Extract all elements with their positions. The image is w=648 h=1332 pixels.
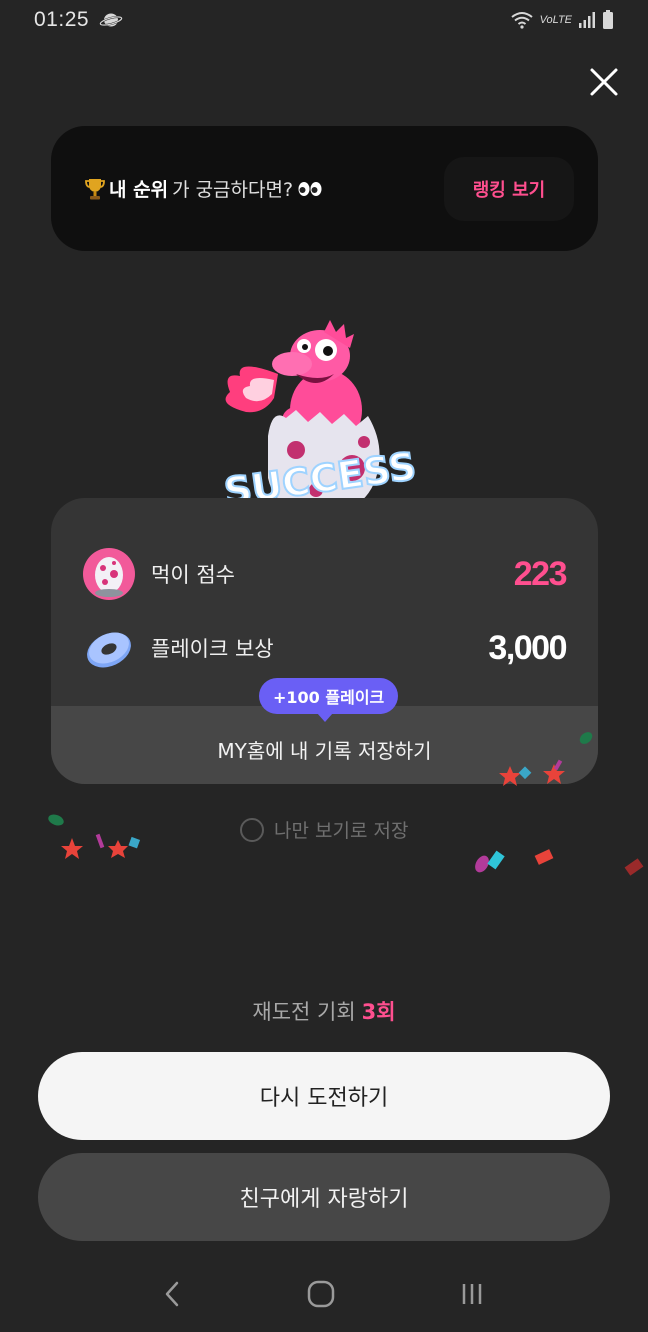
recent-apps-icon[interactable] <box>457 1279 487 1309</box>
egg-icon <box>83 548 135 600</box>
rank-prompt-emphasis: 내 순위 <box>109 179 169 201</box>
flake-reward-label: 플레이크 보상 <box>151 637 274 661</box>
eat-score-label: 먹이 점수 <box>151 563 235 587</box>
private-save-label: 나만 보기로 저장 <box>274 820 409 842</box>
rank-prompt: 내 순위 가 궁금하다면? <box>85 175 323 202</box>
flake-donut-icon <box>87 632 131 668</box>
status-right: VoLTE <box>510 10 614 30</box>
eat-score-value: 223 <box>513 554 568 593</box>
battery-icon <box>603 10 613 29</box>
close-icon <box>590 68 618 96</box>
retry-chances: 재도전 기회 3회 <box>0 996 648 1026</box>
flake-bonus-tooltip: +100 플레이크 <box>259 678 399 722</box>
view-ranking-button[interactable]: 랭킹 보기 <box>444 156 574 221</box>
retry-chances-count: 3회 <box>361 1000 396 1024</box>
retry-button[interactable]: 다시 도전하기 <box>38 1052 610 1140</box>
signal-icon <box>579 12 595 28</box>
private-save-radio[interactable] <box>240 817 264 842</box>
close-button[interactable] <box>586 64 622 100</box>
status-left: 01:25 <box>34 8 123 32</box>
system-nav-bar <box>0 1262 648 1326</box>
share-with-friends-button[interactable]: 친구에게 자랑하기 <box>38 1153 610 1241</box>
eat-score-row: 먹이 점수 223 <box>83 546 568 602</box>
status-bar: 01:25 VoLTE <box>0 0 648 40</box>
status-time: 01:25 <box>34 8 90 31</box>
trophy-icon <box>85 178 105 199</box>
score-card: 먹이 점수 223 플레이크 보상 3,000 +100 플레이크 MY홈에 내… <box>51 498 598 784</box>
wifi-icon <box>510 12 533 29</box>
rank-prompt-rest: 가 궁금하다면? <box>172 179 294 201</box>
retry-chances-label: 재도전 기회 <box>252 1000 356 1024</box>
eyes-icon <box>298 181 322 196</box>
back-icon[interactable] <box>161 1279 185 1309</box>
flake-reward-value: 3,000 <box>488 628 567 667</box>
planet-notification-icon <box>99 13 123 27</box>
private-save-option[interactable]: 나만 보기로 저장 <box>240 816 408 843</box>
flake-reward-row: 플레이크 보상 3,000 <box>83 620 567 676</box>
rank-banner: 내 순위 가 궁금하다면? 랭킹 보기 <box>51 126 598 251</box>
volte-indicator: VoLTE <box>539 14 572 26</box>
home-icon[interactable] <box>306 1279 336 1309</box>
